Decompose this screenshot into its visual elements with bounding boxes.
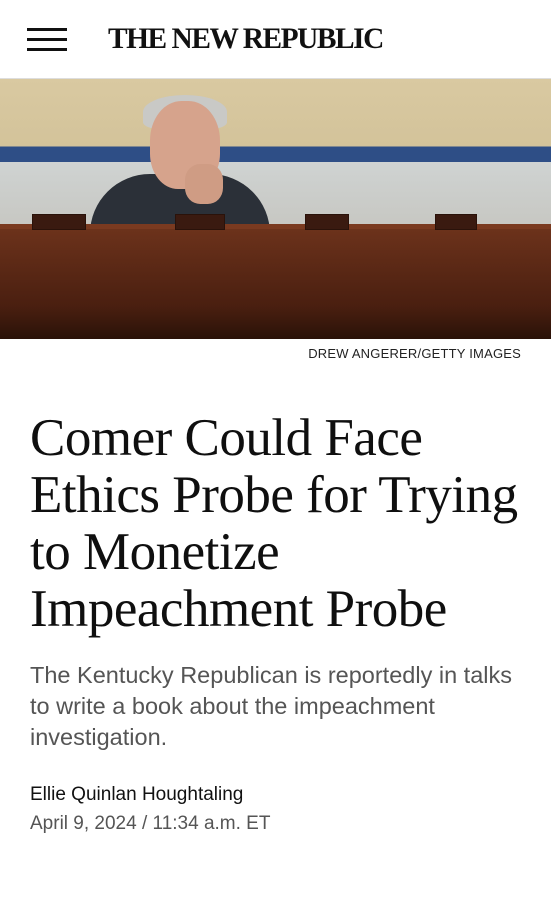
hamburger-menu-icon[interactable] xyxy=(27,28,67,52)
site-header: THE NEW REPUBLIC xyxy=(0,0,551,79)
hero-person-hand xyxy=(185,164,223,204)
hero-image xyxy=(0,79,551,339)
menu-bar xyxy=(27,48,67,51)
publish-date: April 9, 2024 xyxy=(30,813,137,834)
hero-nameplate xyxy=(32,214,86,230)
dateline: April 9, 2024 / 11:34 a.m. ET xyxy=(30,813,521,835)
hero-nameplate xyxy=(305,214,349,230)
hero-nameplate xyxy=(435,214,477,230)
hero-nameplate xyxy=(175,214,225,230)
menu-bar xyxy=(27,28,67,31)
menu-bar xyxy=(27,38,67,41)
author-link[interactable]: Ellie Quinlan Houghtaling xyxy=(30,784,521,806)
publish-time: 11:34 a.m. ET xyxy=(152,813,271,834)
date-separator: / xyxy=(141,813,148,834)
site-logo[interactable]: THE NEW REPUBLIC xyxy=(108,22,384,56)
image-credit: DREW ANGERER/GETTY IMAGES xyxy=(308,346,521,361)
hero-desk xyxy=(0,229,551,339)
article-headline: Comer Could Face Ethics Probe for Trying… xyxy=(30,409,518,638)
article-dek: The Kentucky Republican is reportedly in… xyxy=(30,662,512,750)
